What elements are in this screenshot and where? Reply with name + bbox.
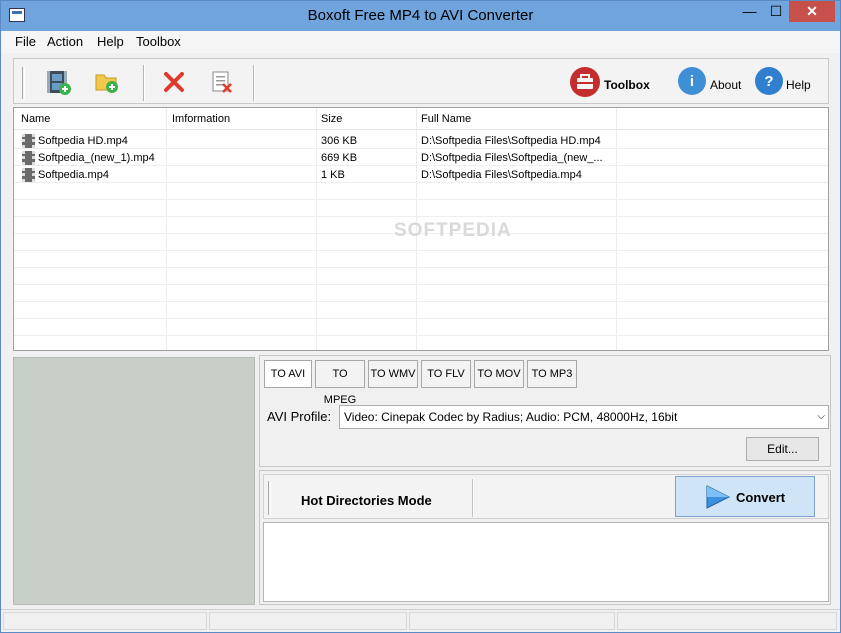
profile-select[interactable]: Video: Cinepak Codec by Radius; Audio: P… [339, 405, 829, 429]
window-title: Boxoft Free MP4 to AVI Converter [307, 7, 534, 24]
file-full-name: D:\Softpedia Files\Softpedia.mp4 [421, 169, 582, 181]
menu-help[interactable]: Help [97, 34, 124, 49]
col-size[interactable]: Size [321, 113, 342, 125]
tab-to-mp3[interactable]: TO MP3 [527, 360, 577, 388]
status-cell [617, 612, 837, 630]
file-list[interactable]: Name Imformation Size Full Name SOFTPEDI… [13, 107, 829, 351]
menu-file[interactable]: File [15, 34, 36, 49]
info-icon[interactable]: i [678, 67, 706, 95]
title-bar: Boxoft Free MP4 to AVI Converter — ☐ ✕ [1, 1, 840, 31]
clear-list-icon [212, 71, 232, 93]
clear-list-button[interactable] [204, 65, 240, 99]
watermark: SOFTPEDIA [394, 220, 512, 241]
close-button[interactable]: ✕ [789, 1, 835, 22]
video-file-icon [22, 151, 35, 165]
table-row[interactable]: Softpedia.mp4 1 KB D:\Softpedia Files\So… [14, 167, 828, 184]
file-size: 1 KB [321, 169, 345, 181]
convert-button[interactable]: Convert [675, 476, 815, 517]
table-row[interactable]: Softpedia HD.mp4 306 KB D:\Softpedia Fil… [14, 133, 828, 150]
toolbar-separator [253, 65, 255, 101]
toolbar-grip[interactable] [268, 481, 271, 515]
help-label[interactable]: Help [786, 78, 811, 92]
file-full-name: D:\Softpedia Files\Softpedia HD.mp4 [421, 135, 601, 147]
profile-label: AVI Profile: [267, 409, 332, 424]
tab-to-mpeg[interactable]: TO MPEG [315, 360, 365, 406]
col-name[interactable]: Name [21, 113, 50, 125]
tab-to-avi[interactable]: TO AVI [264, 360, 312, 388]
toolbox-label[interactable]: Toolbox [604, 78, 650, 92]
format-panel: TO AVI TO MPEG TO WMV TO FLV TO MOV TO M… [259, 355, 831, 467]
toolbox-button[interactable] [566, 65, 604, 99]
status-cell [209, 612, 407, 630]
remove-button[interactable] [156, 65, 192, 99]
col-full-name[interactable]: Full Name [421, 113, 471, 125]
file-name: Softpedia_(new_1).mp4 [38, 152, 155, 164]
video-file-icon [22, 134, 35, 148]
toolbox-icon [570, 67, 600, 97]
convert-toolbar: Hot Directories Mode Convert [263, 474, 829, 519]
tab-to-wmv[interactable]: TO WMV [368, 360, 418, 388]
play-arrow-icon [706, 485, 731, 509]
file-full-name: D:\Softpedia Files\Softpedia_(new_... [421, 152, 603, 164]
toolbar-separator [143, 65, 145, 101]
profile-value: Video: Cinepak Codec by Radius; Audio: P… [344, 410, 678, 424]
red-x-icon [164, 72, 184, 92]
add-folder-button[interactable] [89, 65, 125, 99]
menu-toolbox[interactable]: Toolbox [136, 34, 181, 49]
help-icon[interactable]: ? [755, 67, 783, 95]
minimize-button[interactable]: — [736, 1, 763, 22]
tab-to-flv[interactable]: TO FLV [421, 360, 471, 388]
video-preview [13, 357, 255, 605]
log-area[interactable] [263, 522, 829, 602]
chevron-down-icon[interactable]: ⌵ [817, 406, 825, 428]
about-label[interactable]: About [710, 78, 741, 92]
add-video-button[interactable] [40, 65, 76, 99]
menu-action[interactable]: Action [47, 34, 83, 49]
video-file-icon [22, 168, 35, 182]
convert-label: Convert [736, 490, 786, 505]
file-name: Softpedia HD.mp4 [38, 135, 128, 147]
maximize-button[interactable]: ☐ [763, 1, 789, 22]
file-name: Softpedia.mp4 [38, 169, 109, 181]
status-cell [3, 612, 207, 630]
file-size: 306 KB [321, 135, 358, 147]
col-information[interactable]: Imformation [172, 113, 230, 125]
menu-bar: File Action Help Toolbox [1, 31, 840, 53]
film-add-icon [47, 71, 71, 95]
status-bar [1, 609, 840, 632]
convert-panel: Hot Directories Mode Convert [259, 470, 831, 605]
tab-to-mov[interactable]: TO MOV [474, 360, 524, 388]
table-row[interactable]: Softpedia_(new_1).mp4 669 KB D:\Softpedi… [14, 150, 828, 167]
hot-directories-mode-button[interactable]: Hot Directories Mode [301, 493, 432, 508]
main-toolbar: Toolbox i About ? Help [13, 58, 829, 104]
file-list-header: Name Imformation Size Full Name [14, 108, 828, 130]
edit-button[interactable]: Edit... [746, 437, 819, 461]
status-cell [409, 612, 615, 630]
folder-add-icon [95, 74, 118, 93]
app-window: Boxoft Free MP4 to AVI Converter — ☐ ✕ F… [0, 0, 841, 633]
toolbar-separator [472, 479, 474, 517]
file-size: 669 KB [321, 152, 358, 164]
toolbar-grip[interactable] [22, 67, 25, 99]
